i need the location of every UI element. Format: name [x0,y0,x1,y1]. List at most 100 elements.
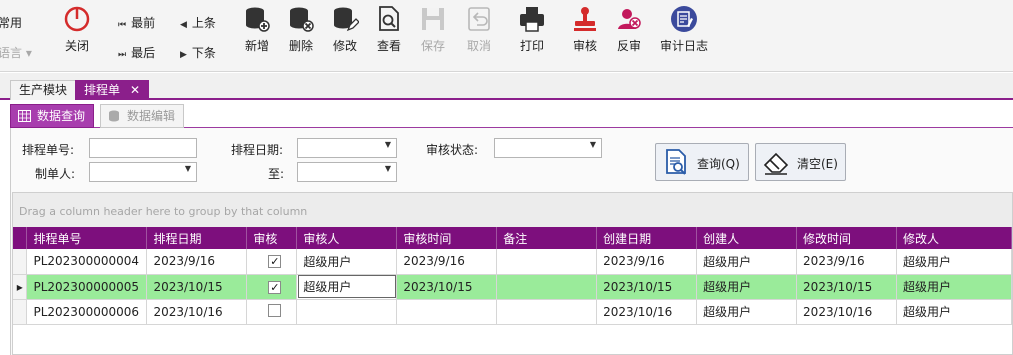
cell-remark[interactable] [496,299,598,325]
cell-modifier[interactable]: 超级用户 [896,299,1012,325]
creator-select[interactable]: ▼ [89,162,197,182]
cell-modified-time[interactable]: 2023/9/16 [796,249,897,275]
row-indicator [13,299,28,325]
table-row-selected[interactable]: ▸ PL202300000005 2023/10/15 ✓ 超级用户 2023/… [13,274,1012,300]
cell-audited[interactable] [246,299,298,325]
cancel-button[interactable]: 取消 [462,5,496,54]
audited-checkbox[interactable]: ✓ [268,255,282,269]
first-icon: ⏮ [118,20,127,30]
audit-button[interactable]: 审核 [568,5,602,54]
tab-data-query[interactable]: 数据查询 [10,104,95,128]
language-button[interactable]: 语言 ▾ [0,44,32,61]
audit-log-button[interactable]: 审计日志 [660,5,708,54]
cell-modified-time[interactable]: 2023/10/15 [796,274,897,300]
cell-audit-time[interactable]: 2023/9/16 [396,249,498,275]
schedule-date-to-picker[interactable]: ▼ [297,162,397,182]
cell-remark[interactable] [496,274,598,300]
chevron-down-icon: ▼ [184,164,191,173]
column-header-schedule-date[interactable]: 排程日期 [146,227,248,249]
view-tabs: 数据查询 数据编辑 [10,104,1013,128]
column-header-modifier[interactable]: 修改人 [896,227,1012,249]
audit-log-icon [671,6,697,32]
query-button[interactable]: 查询(Q) [655,143,749,181]
column-header-schedule-no[interactable]: 排程单号 [26,227,148,249]
column-header-remark[interactable]: 备注 [496,227,598,249]
cell-schedule-date[interactable]: 2023/10/15 [146,274,248,300]
group-by-panel[interactable]: Drag a column header here to group by th… [13,193,1012,227]
database-edit-icon [109,110,119,122]
last-button[interactable]: ⏭ 最后 [118,44,155,61]
cell-created-date[interactable]: 2023/9/16 [596,249,698,275]
column-header-modified-time[interactable]: 修改时间 [796,227,897,249]
document-tabs: 生产模块 排程单 ✕ [0,73,1013,100]
edit-button[interactable]: 修改 [328,5,362,54]
table-row[interactable]: PL202300000004 2023/9/16 ✓ 超级用户 2023/9/1… [13,249,1012,275]
cell-creator[interactable]: 超级用户 [696,249,798,275]
cell-creator[interactable]: 超级用户 [696,299,798,325]
cell-schedule-date[interactable]: 2023/9/16 [146,249,248,275]
cell-modifier[interactable]: 超级用户 [896,274,1012,300]
prev-button[interactable]: ◀ 上条 [180,14,216,31]
cell-remark[interactable] [496,249,598,275]
delete-button[interactable]: 删除 [284,5,318,54]
column-header-created-date[interactable]: 创建日期 [596,227,698,249]
print-button[interactable]: 打印 [515,5,549,54]
cell-created-date[interactable]: 2023/10/15 [596,274,698,300]
document-search-icon [379,6,399,31]
schedule-no-label: 排程单号: [22,143,75,157]
column-header-audited[interactable]: 审核 [246,227,298,249]
cell-audited[interactable]: ✓ [246,274,298,300]
schedule-no-input[interactable] [89,138,197,158]
chevron-down-icon: ▼ [384,164,391,173]
undo-icon [468,7,490,31]
table-row[interactable]: PL202300000006 2023/10/16 2023/10/16 超级用… [13,299,1012,325]
cell-audit-time[interactable]: 2023/10/15 [396,274,498,300]
tab-schedule[interactable]: 排程单 ✕ [75,80,150,100]
column-header-creator[interactable]: 创建人 [696,227,798,249]
cell-auditor[interactable]: 超级用户 [296,249,398,275]
cell-auditor-focused[interactable]: 超级用户 [296,274,398,300]
database-add-icon [246,7,270,32]
close-button[interactable]: 关闭 [60,5,94,54]
common-button[interactable]: 常用 [0,14,22,31]
cell-schedule-no[interactable]: PL202300000005 [26,274,148,300]
cell-auditor[interactable] [296,299,398,325]
cell-creator[interactable]: 超级用户 [696,274,798,300]
user-remove-icon [618,9,641,29]
chevron-down-icon: ▼ [384,140,391,149]
audit-status-select[interactable]: ▼ [494,138,602,158]
cell-created-date[interactable]: 2023/10/16 [596,299,698,325]
view-button[interactable]: 查看 [372,5,406,54]
first-button[interactable]: ⏮ 最前 [118,14,155,31]
first-label: 最前 [131,16,156,30]
save-button[interactable]: 保存 [416,5,450,54]
tab-data-edit[interactable]: 数据编辑 [100,104,185,128]
database-edit-icon [334,7,359,32]
unaudit-label: 反审 [616,39,641,53]
audit-log-label: 审计日志 [660,39,709,53]
close-tab-icon[interactable]: ✕ [130,83,140,97]
cell-modifier[interactable]: 超级用户 [896,249,1012,275]
floppy-disk-icon [422,8,444,30]
cell-schedule-no[interactable]: PL202300000004 [26,249,148,275]
schedule-date-from-picker[interactable]: ▼ [297,138,397,158]
audited-checkbox[interactable] [268,303,282,317]
clear-button[interactable]: 清空(E) [755,143,846,181]
row-indicator-header [13,227,28,249]
print-label: 打印 [519,39,544,53]
audited-checkbox[interactable]: ✓ [268,280,282,294]
cell-modified-time[interactable]: 2023/10/16 [796,299,897,325]
edit-label: 修改 [332,39,357,53]
cell-audited[interactable]: ✓ [246,249,298,275]
add-button[interactable]: 新增 [240,5,274,54]
cell-schedule-date[interactable]: 2023/10/16 [146,299,248,325]
column-header-audit-time[interactable]: 审核时间 [396,227,498,249]
unaudit-button[interactable]: 反审 [612,5,646,54]
tab-production-module[interactable]: 生产模块 [10,80,77,100]
column-header-auditor[interactable]: 审核人 [296,227,398,249]
cell-audit-time[interactable] [396,299,498,325]
cell-schedule-no[interactable]: PL202300000006 [26,299,148,325]
save-label: 保存 [420,39,445,53]
next-button[interactable]: ▶ 下条 [180,44,216,61]
add-label: 新增 [244,39,269,53]
